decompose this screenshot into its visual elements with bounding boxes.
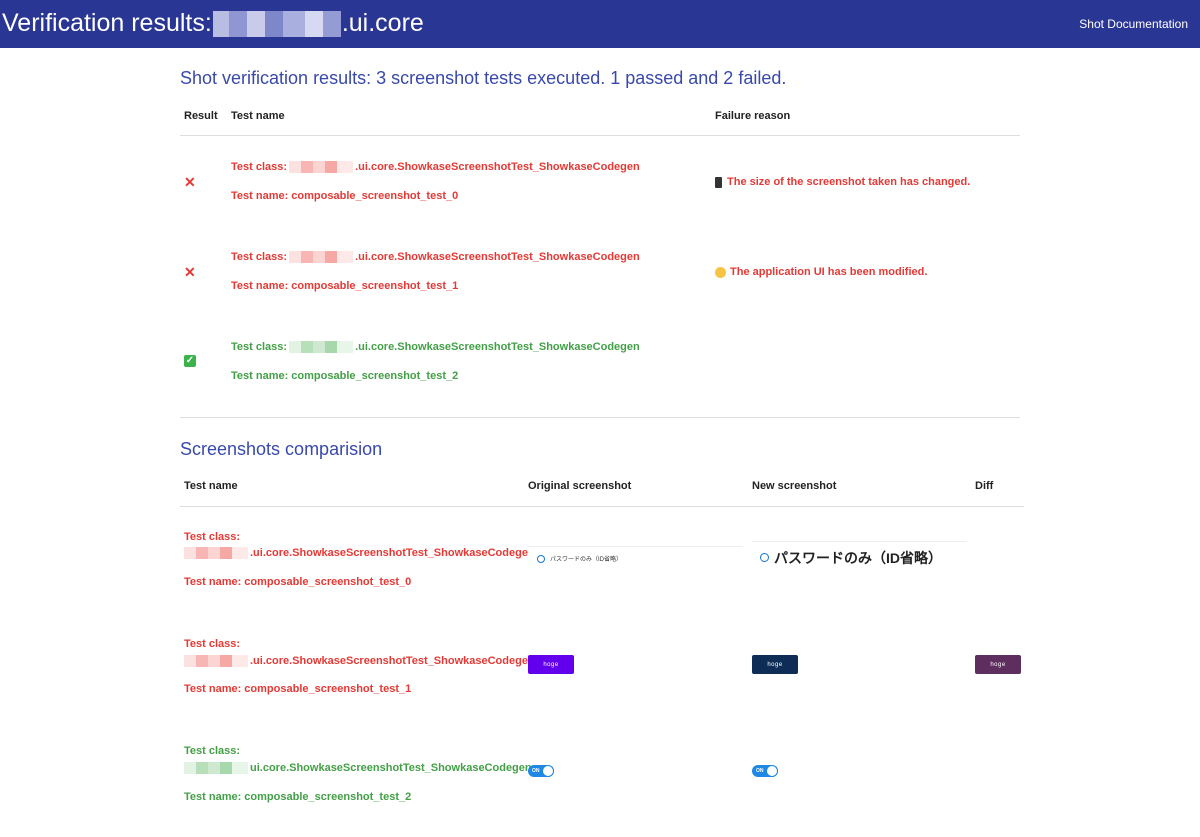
test-class: .ui.core.ShowkaseScreenshotTest_Showkase… xyxy=(184,655,535,667)
new-screenshot: パスワードのみ（ID省略） xyxy=(752,541,967,573)
column-original-screenshot: Original screenshot xyxy=(528,480,632,492)
divider xyxy=(180,417,1020,418)
radio-selected-icon xyxy=(760,553,769,562)
original-screenshot: パスワードのみ（ID省略） xyxy=(528,546,743,570)
test-name: Test name: composable_screenshot_test_1 xyxy=(184,683,412,695)
redacted-package xyxy=(289,341,354,353)
column-test-name: Test name xyxy=(231,110,285,122)
redacted-package xyxy=(289,251,354,263)
redacted-package xyxy=(184,762,248,774)
failed-icon: ✕ xyxy=(184,264,196,280)
redacted-package xyxy=(184,655,248,667)
redacted-package xyxy=(289,161,354,173)
test-class-label: Test class: xyxy=(184,638,241,650)
comparison-title: Screenshots comparision xyxy=(180,439,383,459)
test-class: Test class: .ui.core.ShowkaseScreenshotTe… xyxy=(231,251,640,263)
passed-check-icon: ✓ xyxy=(184,355,196,367)
test-class: .ui.core.ShowkaseScreenshotTest_Showkase… xyxy=(184,547,535,559)
phone-icon xyxy=(715,176,722,188)
title-suffix: .ui.core xyxy=(341,9,424,37)
diff-screenshot-button: hoge xyxy=(975,655,1021,674)
column-diff: Diff xyxy=(975,480,994,492)
page-title: Verification results: .ui.core xyxy=(2,9,424,38)
shot-documentation-link[interactable]: Shot Documentation xyxy=(1079,17,1188,31)
original-toggle-switch: ON xyxy=(528,765,554,777)
test-class: Test class: .ui.core.ShowkaseScreenshotTe… xyxy=(231,161,640,173)
failure-reason: The application UI has been modified. xyxy=(715,266,927,278)
divider xyxy=(180,506,1024,507)
column-new-screenshot: New screenshot xyxy=(752,480,837,492)
column-result: Result xyxy=(184,110,218,122)
divider xyxy=(180,135,1020,136)
test-class: ui.core.ShowkaseScreenshotTest_ShowkaseC… xyxy=(184,762,532,774)
column-failure-reason: Failure reason xyxy=(715,110,791,122)
test-class-label: Test class: xyxy=(184,531,241,543)
failure-reason: The size of the screenshot taken has cha… xyxy=(715,176,970,188)
test-name: Test name: composable_screenshot_test_0 xyxy=(184,576,412,588)
thinking-face-icon xyxy=(715,266,726,278)
test-name: Test name: composable_screenshot_test_0 xyxy=(231,190,459,202)
title-prefix: Verification results: xyxy=(2,9,212,37)
test-name: Test name: composable_screenshot_test_1 xyxy=(231,280,459,292)
test-name: Test name: composable_screenshot_test_2 xyxy=(184,791,412,803)
results-summary: Shot verification results: 3 screenshot … xyxy=(180,68,787,88)
column-test-name: Test name xyxy=(184,480,238,492)
failed-icon: ✕ xyxy=(184,174,196,190)
radio-selected-icon xyxy=(537,554,545,563)
original-screenshot-button: hoge xyxy=(528,655,574,674)
new-screenshot-button: hoge xyxy=(752,655,798,674)
test-name: Test name: composable_screenshot_test_2 xyxy=(231,370,459,382)
redacted-package xyxy=(184,547,248,559)
test-class-label: Test class: xyxy=(184,745,241,757)
top-bar: Verification results: .ui.core Shot Docu… xyxy=(0,0,1200,48)
new-toggle-switch: ON xyxy=(752,765,778,777)
test-class: Test class: .ui.core.ShowkaseScreenshotTe… xyxy=(231,341,640,353)
redacted-package-name xyxy=(212,10,341,37)
